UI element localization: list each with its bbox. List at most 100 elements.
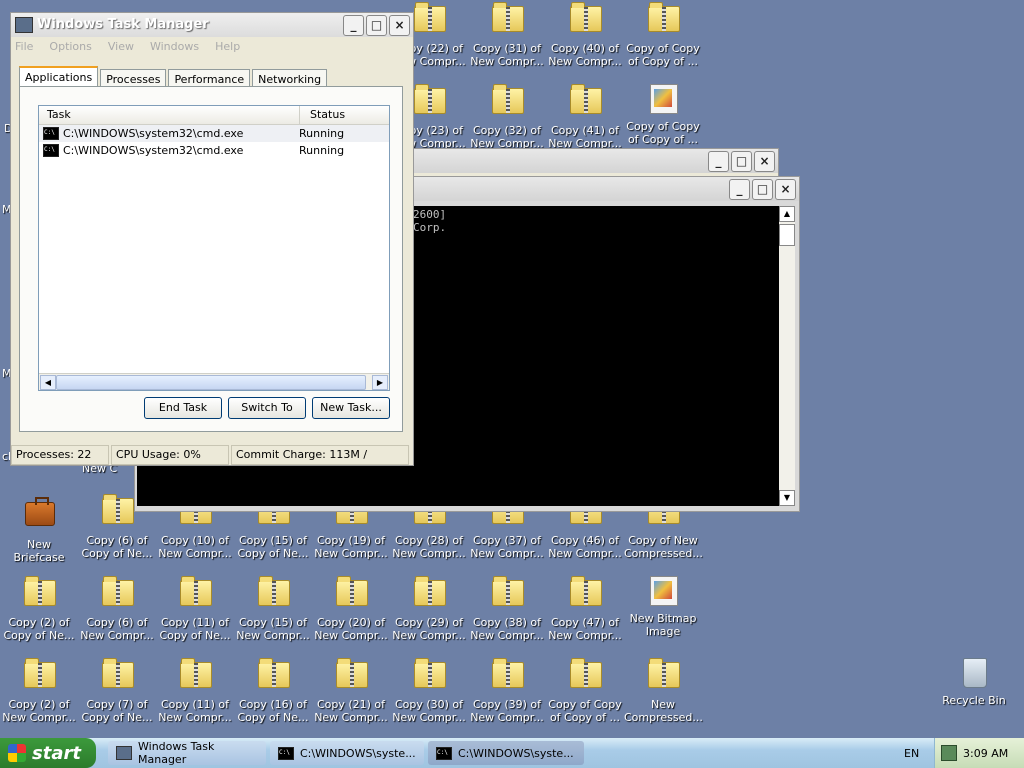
menu-help[interactable]: Help: [215, 40, 240, 53]
desktop-icon-label: Copy (15) of Copy of Ne...: [237, 534, 309, 560]
taskbar-item-cmd[interactable]: C:\ C:\WINDOWS\syste...: [270, 741, 424, 765]
desktop-icon[interactable]: New Briefcase: [0, 494, 78, 576]
task-name: C:\WINDOWS\system32\cmd.exe: [63, 127, 244, 140]
desktop-icon[interactable]: Copy (38) of New Compr...: [468, 576, 546, 658]
start-label: start: [32, 742, 81, 764]
desktop-icon[interactable]: Copy (11) of Copy of Ne...: [156, 576, 234, 658]
taskbar-item-cmd[interactable]: C:\ C:\WINDOWS\syste...: [428, 741, 584, 765]
desktop-icon[interactable]: Copy (40) of New Compr...: [546, 2, 624, 84]
desktop-icon-label: Copy (39) of New Compr...: [470, 698, 544, 724]
task-manager-window[interactable]: Windows Task Manager _ □ × File Options …: [10, 12, 414, 479]
desktop-icon[interactable]: Copy (7) of Copy of Ne...: [78, 658, 156, 740]
desktop-icon-label: Recycle Bin: [942, 694, 1006, 707]
desktop-icon-label: Copy (40) of New Compr...: [548, 42, 622, 68]
desktop-icon[interactable]: Copy (20) of New Compr...: [312, 576, 390, 658]
status-commit-charge: Commit Charge: 113M / 4957M: [231, 445, 409, 479]
minimize-button[interactable]: _: [708, 151, 729, 172]
desktop-icon[interactable]: Copy (2) of New Compr...: [0, 658, 78, 740]
desktop-icon-recycle-bin[interactable]: Recycle Bin: [935, 658, 1013, 740]
desktop-icon[interactable]: Copy (6) of New Compr...: [78, 576, 156, 658]
start-button[interactable]: start: [0, 738, 96, 768]
compressed-folder-icon: [101, 494, 134, 530]
column-header-status[interactable]: Status: [300, 106, 345, 124]
console-vertical-scrollbar[interactable]: ▲ ▼: [779, 206, 795, 506]
desktop-icon-label: Copy of Copy of Copy of ...: [548, 698, 622, 724]
language-indicator[interactable]: EN: [904, 747, 919, 760]
close-button[interactable]: ×: [754, 151, 775, 172]
console-line: 2600]: [413, 208, 447, 221]
compressed-folder-icon: [23, 576, 56, 612]
desktop-icon-label: Copy (7) of Copy of Ne...: [81, 698, 153, 724]
cmd-icon: C:\: [436, 746, 452, 760]
desktop-icon[interactable]: Copy (2) of Copy of Ne...: [0, 576, 78, 658]
maximize-button[interactable]: □: [366, 15, 387, 36]
table-row[interactable]: C:\ C:\WINDOWS\system32\cmd.exe Running: [39, 142, 389, 159]
menu-file[interactable]: File: [15, 40, 33, 53]
network-icon[interactable]: [941, 745, 957, 761]
column-header-task[interactable]: Task: [39, 106, 300, 124]
desktop-icon-label: Copy of New Compressed...: [624, 534, 703, 560]
desktop-icon[interactable]: Copy (31) of New Compr...: [468, 2, 546, 84]
close-button[interactable]: ×: [775, 179, 796, 200]
task-manager-titlebar[interactable]: Windows Task Manager _ □ ×: [11, 13, 413, 37]
cmd-icon: C:\: [43, 144, 59, 157]
maximize-button[interactable]: □: [731, 151, 752, 172]
scroll-down-arrow-icon[interactable]: ▼: [779, 490, 795, 506]
bitmap-image-icon: [647, 576, 679, 608]
scroll-thumb[interactable]: [56, 375, 366, 390]
compressed-folder-icon: [413, 2, 446, 38]
desktop-icon[interactable]: Copy of Copy of Copy of ...: [624, 2, 702, 84]
desktop-icon[interactable]: Copy (16) of Copy of Ne...: [234, 658, 312, 740]
desktop-icon[interactable]: New Compressed...: [624, 658, 703, 740]
menu-windows[interactable]: Windows: [150, 40, 199, 53]
desktop-icon-label: Copy of Copy of Copy of ...: [626, 120, 700, 146]
minimize-button[interactable]: _: [729, 179, 750, 200]
desktop-icon[interactable]: Copy (21) of New Compr...: [312, 658, 390, 740]
desktop-icon[interactable]: Copy (15) of New Compr...: [234, 576, 312, 658]
desktop-icon-label: Copy (6) of Copy of Ne...: [81, 534, 153, 560]
task-list[interactable]: Task Status C:\ C:\WINDOWS\system32\cmd.…: [38, 105, 390, 391]
scroll-right-arrow-icon[interactable]: ▶: [372, 375, 388, 390]
close-button[interactable]: ×: [389, 15, 410, 36]
desktop-icon[interactable]: Copy (30) of New Compr...: [390, 658, 468, 740]
new-task-button[interactable]: New Task...: [312, 397, 390, 419]
compressed-folder-icon: [413, 84, 446, 120]
compressed-folder-icon: [335, 576, 368, 612]
desktop: Copy (22) of New Compr... Copy (31) of N…: [0, 0, 1024, 738]
desktop-icon[interactable]: Copy (39) of New Compr...: [468, 658, 546, 740]
desktop-icon-label: Copy (15) of New Compr...: [236, 616, 310, 642]
desktop-icon-label: Copy (2) of Copy of Ne...: [3, 616, 75, 642]
window-title: Windows Task Manager: [37, 17, 209, 32]
menu-options[interactable]: Options: [49, 40, 91, 53]
desktop-icon[interactable]: New Bitmap Image: [624, 576, 702, 658]
recycle-bin-icon: [958, 658, 990, 690]
compressed-folder-icon: [491, 576, 524, 612]
desktop-icon[interactable]: Copy of Copy of Copy of ...: [546, 658, 624, 740]
desktop-icon-label: Copy (41) of New Compr...: [548, 124, 622, 150]
desktop-icon-label: Copy (16) of Copy of Ne...: [237, 698, 309, 724]
end-task-button[interactable]: End Task: [144, 397, 222, 419]
desktop-icon[interactable]: Copy (11) of New Compr...: [156, 658, 234, 740]
scroll-left-arrow-icon[interactable]: ◀: [40, 375, 56, 390]
compressed-folder-icon: [569, 2, 602, 38]
status-cpu-usage: CPU Usage: 0%: [111, 445, 229, 465]
clock[interactable]: 3:09 AM: [963, 747, 1008, 760]
desktop-icon-label: Copy (46) of New Compr...: [548, 534, 622, 560]
console-back-titlebar[interactable]: _ □ ×: [413, 149, 778, 173]
taskbar-item-task-manager[interactable]: Windows Task Manager: [108, 740, 266, 766]
maximize-button[interactable]: □: [752, 179, 773, 200]
desktop-icon[interactable]: Copy (47) of New Compr...: [546, 576, 624, 658]
applications-panel: Task Status C:\ C:\WINDOWS\system32\cmd.…: [19, 86, 403, 432]
horizontal-scrollbar[interactable]: ◀ ▶: [39, 373, 389, 390]
desktop-icon[interactable]: Copy (29) of New Compr...: [390, 576, 468, 658]
system-tray: 3:09 AM: [934, 738, 1024, 768]
scroll-thumb[interactable]: [779, 224, 795, 246]
menu-view[interactable]: View: [108, 40, 134, 53]
table-row[interactable]: C:\ C:\WINDOWS\system32\cmd.exe Running: [39, 125, 389, 142]
compressed-folder-icon: [101, 576, 134, 612]
scroll-up-arrow-icon[interactable]: ▲: [779, 206, 795, 222]
switch-to-button[interactable]: Switch To: [228, 397, 306, 419]
taskbar-item-label: C:\WINDOWS\syste...: [300, 746, 416, 760]
task-status: Running: [299, 127, 345, 140]
minimize-button[interactable]: _: [343, 15, 364, 36]
